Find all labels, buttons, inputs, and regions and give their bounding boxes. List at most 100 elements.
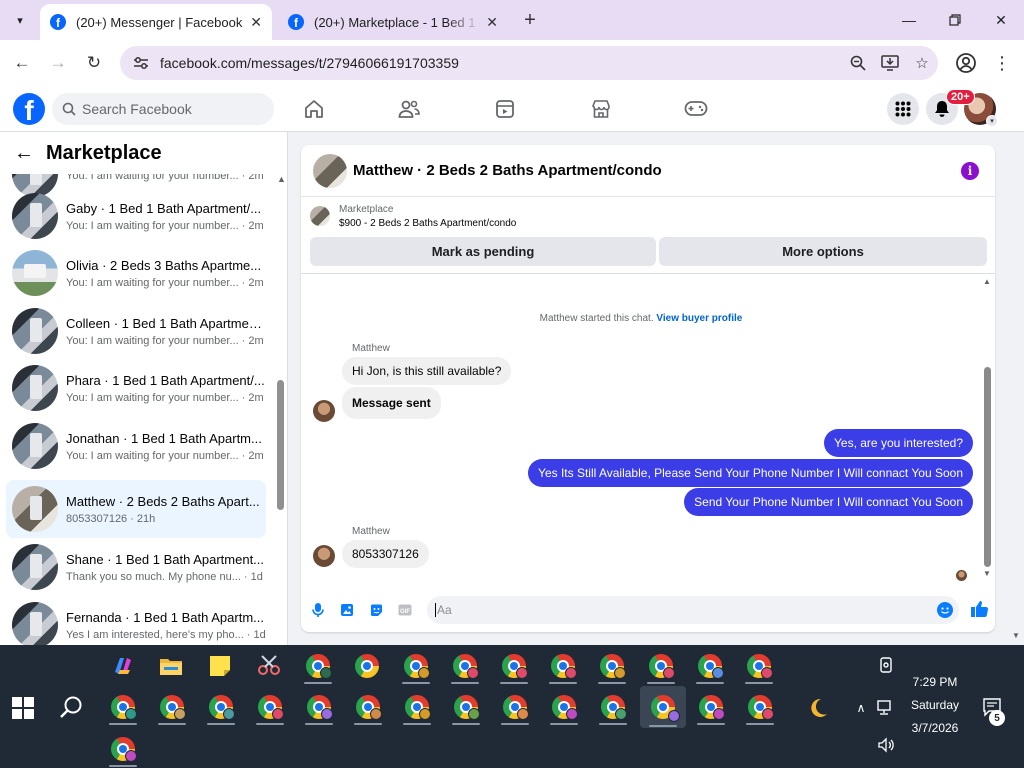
sticky-notes-icon[interactable] bbox=[200, 647, 240, 685]
incoming-message[interactable]: Hi Jon, is this still available? bbox=[342, 357, 512, 385]
scroll-down-icon[interactable]: ▼ bbox=[983, 569, 991, 578]
windows-start-icon[interactable] bbox=[12, 697, 34, 719]
view-buyer-profile-link[interactable]: View buyer profile bbox=[656, 313, 742, 324]
minimize-icon[interactable]: — bbox=[894, 6, 924, 34]
tab-messenger[interactable]: f (20+) Messenger | Facebook ✕ bbox=[40, 4, 272, 40]
network-icon[interactable] bbox=[876, 698, 896, 718]
outgoing-message[interactable]: Yes, are you interested? bbox=[824, 429, 973, 457]
back-icon[interactable]: ← bbox=[9, 50, 35, 76]
back-arrow-icon[interactable]: ← bbox=[14, 142, 34, 165]
site-info-icon[interactable] bbox=[132, 54, 150, 72]
new-tab-icon[interactable]: + bbox=[518, 8, 542, 32]
chrome-profile-icon[interactable] bbox=[446, 688, 486, 726]
clock-date[interactable]: 3/7/2026 bbox=[896, 721, 974, 735]
address-bar[interactable]: facebook.com/messages/t/2794606619170335… bbox=[120, 46, 938, 80]
thumbs-up-icon[interactable] bbox=[969, 599, 991, 621]
facebook-logo-icon[interactable]: f bbox=[13, 93, 45, 125]
listing-thumbnail[interactable] bbox=[310, 206, 330, 226]
bookmark-star-icon[interactable]: ☆ bbox=[906, 49, 938, 77]
friends-icon[interactable] bbox=[395, 96, 423, 122]
conversation-item-selected[interactable]: Matthew · 2 Beds 2 Baths Apart... 805330… bbox=[6, 480, 266, 538]
sticker-icon[interactable] bbox=[366, 600, 386, 620]
conversation-item[interactable]: Fernanda · 1 Bed 1 Bath Apartm... Yes I … bbox=[6, 596, 266, 645]
chrome-profile-icon[interactable] bbox=[152, 688, 192, 726]
chrome-profile-icon[interactable] bbox=[348, 688, 388, 726]
message-sent-card[interactable]: Message sent bbox=[342, 387, 441, 419]
profile-icon[interactable] bbox=[954, 51, 978, 75]
search-icon[interactable] bbox=[58, 695, 86, 723]
home-icon[interactable] bbox=[300, 96, 328, 122]
zoom-icon[interactable] bbox=[842, 49, 874, 77]
install-app-icon[interactable] bbox=[874, 49, 906, 77]
show-hidden-icons-chevron-icon[interactable]: ∧ bbox=[852, 699, 870, 717]
gif-icon[interactable]: GIF bbox=[395, 600, 415, 620]
marketplace-icon[interactable] bbox=[587, 96, 615, 122]
snipping-tool-icon[interactable] bbox=[249, 647, 289, 685]
volume-icon[interactable] bbox=[876, 735, 896, 755]
conversation-item[interactable]: Gaby · 1 Bed 1 Bath Apartment/... You: I… bbox=[6, 187, 266, 245]
chrome-profile-icon[interactable] bbox=[690, 647, 730, 685]
conversation-item[interactable]: Jonathan · 1 Bed 1 Bath Apartm... You: I… bbox=[6, 417, 266, 475]
emoji-icon[interactable] bbox=[937, 602, 953, 618]
more-options-button[interactable]: More options bbox=[659, 237, 987, 266]
video-icon[interactable] bbox=[491, 96, 519, 122]
chrome-profile-icon[interactable] bbox=[299, 688, 339, 726]
conversation-scrollbar[interactable]: ▲ bbox=[276, 174, 286, 645]
chrome-profile-icon[interactable] bbox=[201, 688, 241, 726]
chevron-down-icon[interactable]: ▾ bbox=[986, 115, 998, 127]
chrome-profile-icon[interactable] bbox=[396, 647, 436, 685]
mark-as-pending-button[interactable]: Mark as pending bbox=[310, 237, 656, 266]
file-explorer-icon[interactable] bbox=[151, 647, 191, 685]
microphone-icon[interactable] bbox=[308, 600, 328, 620]
copilot-app-icon[interactable] bbox=[103, 647, 143, 685]
scrollbar-thumb[interactable] bbox=[984, 367, 991, 567]
chrome-profile-icon[interactable] bbox=[740, 688, 780, 726]
chrome-profile-icon-active[interactable] bbox=[640, 686, 686, 728]
conversation-item[interactable]: Shane · 1 Bed 1 Bath Apartment... Thank … bbox=[6, 538, 266, 596]
info-icon[interactable]: i bbox=[961, 162, 979, 180]
close-tab-icon[interactable]: ✕ bbox=[250, 14, 262, 31]
chrome-profile-icon[interactable] bbox=[445, 647, 485, 685]
outgoing-message[interactable]: Send Your Phone Number I Will connact Yo… bbox=[684, 488, 973, 516]
scroll-up-icon[interactable]: ▲ bbox=[277, 174, 286, 184]
weather-moon-icon[interactable] bbox=[805, 695, 831, 721]
sender-avatar[interactable] bbox=[313, 545, 335, 567]
chrome-profile-icon[interactable] bbox=[739, 647, 779, 685]
scroll-down-icon[interactable]: ▼ bbox=[1012, 631, 1020, 640]
conversation-item[interactable]: Olivia · 2 Beds 3 Baths Apartme... You: … bbox=[6, 244, 266, 302]
listing-price-title[interactable]: $900 - 2 Beds 2 Baths Apartment/condo bbox=[339, 218, 516, 229]
chrome-profile-icon[interactable] bbox=[544, 688, 584, 726]
sender-avatar[interactable] bbox=[313, 400, 335, 422]
chrome-profile-icon[interactable] bbox=[495, 688, 535, 726]
photo-icon[interactable] bbox=[337, 600, 357, 620]
chrome-profile-icon[interactable] bbox=[592, 647, 632, 685]
message-input[interactable]: Aa bbox=[427, 596, 959, 624]
tab-search-dropdown-icon[interactable]: ▾ bbox=[8, 8, 32, 32]
chrome-profile-icon[interactable] bbox=[494, 647, 534, 685]
clock-time[interactable]: 7:29 PM bbox=[896, 675, 974, 689]
outgoing-message[interactable]: Yes Its Still Available, Please Send You… bbox=[528, 459, 973, 487]
reload-icon[interactable]: ↻ bbox=[81, 50, 107, 76]
close-tab-icon[interactable]: ✕ bbox=[486, 14, 498, 31]
chrome-profile-icon[interactable] bbox=[593, 688, 633, 726]
chrome-profile-icon[interactable] bbox=[103, 688, 143, 726]
meet-now-icon[interactable] bbox=[876, 655, 896, 675]
scrollbar-thumb[interactable] bbox=[277, 380, 284, 510]
tab-marketplace[interactable]: f (20+) Marketplace - 1 Bed 1 Bath ✕ bbox=[278, 4, 508, 40]
chrome-profile-icon[interactable] bbox=[691, 688, 731, 726]
chrome-profile-icon[interactable] bbox=[641, 647, 681, 685]
close-window-icon[interactable]: ✕ bbox=[986, 6, 1016, 34]
chrome-profile-icon[interactable] bbox=[103, 730, 143, 768]
restore-icon[interactable] bbox=[940, 6, 970, 34]
chat-avatar[interactable] bbox=[313, 153, 347, 188]
forward-icon[interactable]: → bbox=[45, 50, 71, 76]
browser-menu-icon[interactable]: ⋮ bbox=[990, 51, 1014, 75]
scroll-up-icon[interactable]: ▲ bbox=[983, 277, 991, 286]
menu-grid-icon[interactable] bbox=[887, 93, 919, 125]
conversation-item[interactable]: Colleen · 1 Bed 1 Bath Apartmen... You: … bbox=[6, 302, 266, 360]
chrome-profile-icon[interactable] bbox=[397, 688, 437, 726]
chrome-icon[interactable] bbox=[347, 647, 387, 685]
clock-day[interactable]: Saturday bbox=[896, 698, 974, 712]
chrome-profile-icon[interactable] bbox=[250, 688, 290, 726]
chrome-profile-icon[interactable] bbox=[298, 647, 338, 685]
